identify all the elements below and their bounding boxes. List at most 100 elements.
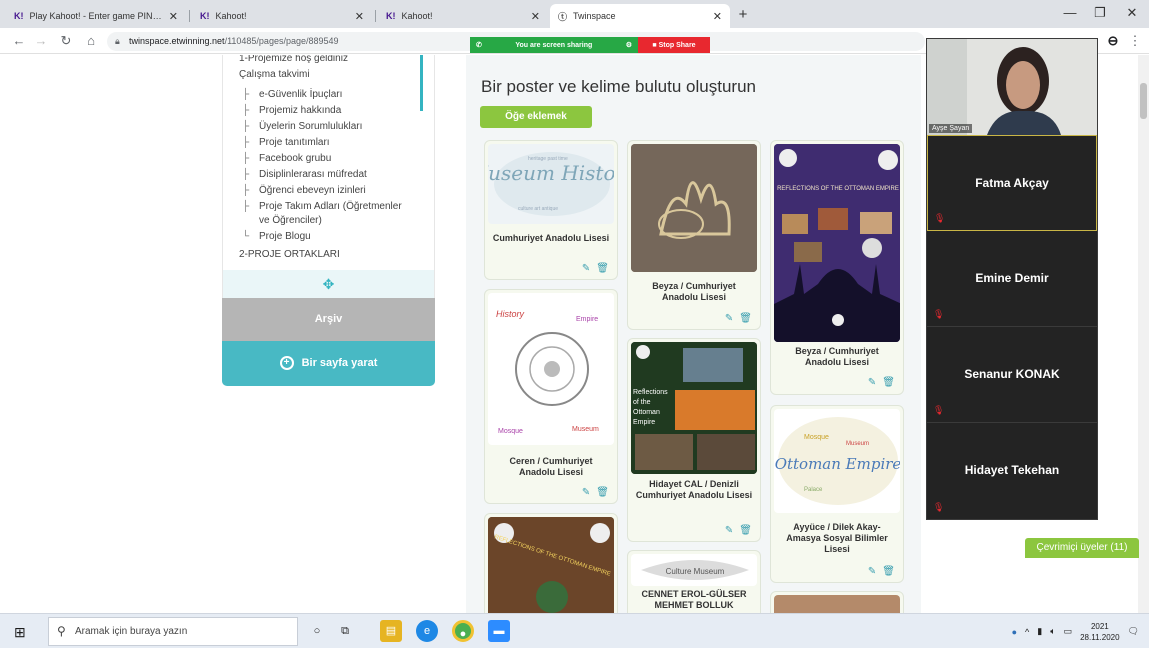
page-scrollbar[interactable] [1138,55,1149,613]
create-page-label: Bir sayfa yarat [301,357,378,369]
edit-pencil-icon[interactable]: ✎ [868,377,876,388]
move-handle-icon[interactable]: ✥ [222,270,435,298]
network-icon[interactable]: ▮ [1037,626,1042,637]
participant-tile[interactable]: Hidayet Tekehan 🎙︎ [927,423,1097,519]
trash-icon[interactable]: 🗑︎ [596,263,609,274]
screen-share-status[interactable]: ✆ You are screen sharing ⚙ [470,37,638,53]
close-tab-icon[interactable]: ✕ [713,10,722,23]
forward-arrow-icon[interactable]: → [32,33,50,48]
close-window-icon[interactable]: ✕ [1117,5,1147,21]
content-card[interactable]: Culture Museum CENNET EROL-GÜLSER MEHMET… [627,550,761,613]
reload-icon[interactable]: ↻ [57,33,75,49]
phone-icon: ✆ [476,42,482,49]
close-tab-icon[interactable]: ✕ [531,10,540,23]
participant-tile[interactable]: Senanur KONAK 🎙︎ [927,327,1097,423]
cortana-icon[interactable]: ○ [306,620,328,642]
card-thumbnail[interactable]: Culture Museum [631,554,757,586]
page-scrollbar-thumb[interactable] [1140,83,1147,119]
volume-icon[interactable]: 🔈︎ [1050,626,1055,637]
browser-tab[interactable]: K! Kahoot! ✕ [192,4,372,28]
chevron-up-icon[interactable]: ^ [1025,627,1029,637]
tree-item[interactable]: ├ Disiplinlerarası müfredat [242,169,367,180]
participant-tile[interactable]: Emine Demir 🎙︎ [927,231,1097,327]
card-thumbnail[interactable]: REFLECTIONS OF THE OTTOMAN EMPIRE [774,144,900,342]
edge-browser-icon[interactable]: e [416,620,438,642]
card-thumbnail[interactable]: REFLECTIONS OF THE OTTOMAN EMPIRE [488,517,614,613]
content-card[interactable] [770,591,904,613]
participant-tile[interactable]: Fatma Akçay 🎙︎ [927,135,1097,231]
battery-icon[interactable]: ▭ [1064,626,1073,637]
card-thumbnail[interactable]: Museum History heritage past time cultur… [488,144,614,224]
clock[interactable]: 2021 28.11.2020 [1080,621,1119,643]
content-card[interactable]: REFLECTIONS OF THE OTTOMAN EMPIRE Beyza … [770,140,904,395]
browser-tab[interactable]: K! Kahoot! ✕ [378,4,548,28]
trash-icon[interactable]: 🗑︎ [739,525,752,536]
trash-icon[interactable]: 🗑︎ [882,377,895,388]
tree-item[interactable]: 2-PROJE ORTAKLARI [239,249,340,260]
tughra-image [631,144,757,272]
tab-separator [375,10,376,22]
card-thumbnail[interactable]: History Empire Mosque Museum [488,293,614,445]
new-tab-button[interactable]: + [733,5,753,25]
trash-icon[interactable]: 🗑︎ [596,487,609,498]
online-members-button[interactable]: Çevrimiçi üyeler (11) [1025,538,1139,558]
edit-pencil-icon[interactable]: ✎ [725,313,733,324]
browser-tab-active[interactable]: ⓣ Twinspace ✕ [550,4,730,28]
tree-item[interactable]: ├ Öğrenci ebeveyn izinleri [242,185,366,196]
content-card[interactable]: Beyza / Cumhuriyet Anadolu Lisesi ✎ 🗑︎ [627,140,761,330]
close-tab-icon[interactable]: ✕ [169,10,178,23]
create-page-button[interactable]: + Bir sayfa yarat [222,341,435,386]
tree-item[interactable]: ├ e-Güvenlik İpuçları [242,89,342,100]
task-view-icon[interactable]: ⧉ [334,620,356,642]
browser-menu-icon[interactable]: ⋮ [1126,33,1144,49]
profile-icon[interactable]: ⊖ [1104,33,1122,49]
close-tab-icon[interactable]: ✕ [355,10,364,23]
tree-item[interactable]: ├ Proje tanıtımları [242,137,330,148]
edit-pencil-icon[interactable]: ✎ [725,525,733,536]
trash-icon[interactable]: 🗑︎ [739,313,752,324]
notifications-icon[interactable]: 🗨︎ [1128,626,1139,637]
maximize-icon[interactable]: ❐ [1085,5,1115,21]
windows-start-icon[interactable]: ⊞ [14,624,26,641]
edit-pencil-icon[interactable]: ✎ [582,487,590,498]
card-thumbnail[interactable] [631,144,757,272]
self-video-tile[interactable]: Ayşe Şayan [927,39,1097,135]
webcam-person-image [927,39,1097,135]
tree-item[interactable]: ├ Projemiz hakkında [242,105,341,116]
settings-gear-icon[interactable]: ⚙ [626,41,632,49]
back-arrow-icon[interactable]: ← [10,33,28,48]
stop-share-button[interactable]: ■ Stop Share [638,37,710,53]
content-card[interactable]: REFLECTIONS OF THE OTTOMAN EMPIRE [484,513,618,613]
tree-item-continued[interactable]: ve Öğrenciler) [259,215,322,226]
taskbar-search-placeholder: Aramak için buraya yazın [75,626,188,637]
tree-scrollbar[interactable] [420,55,423,111]
content-card[interactable]: History Empire Mosque Museum Ceren / Cum… [484,289,618,504]
tree-item[interactable]: 1-Projemize hoş geldiniz [239,55,348,64]
content-card[interactable]: Reflections of the Ottoman Empire Hidaye… [627,338,761,542]
edit-pencil-icon[interactable]: ✎ [868,566,876,577]
content-card[interactable]: Museum History heritage past time cultur… [484,140,618,280]
archive-button[interactable]: Arşiv [222,298,435,341]
browser-tab[interactable]: K! Play Kahoot! - Enter game PIN h... ✕ [6,4,186,28]
tree-item[interactable]: ├ Üyelerin Sorumlulukları [242,121,362,132]
taskbar-search-input[interactable]: ⚲ Aramak için buraya yazın [48,617,298,646]
edit-pencil-icon[interactable]: ✎ [582,263,590,274]
chrome-browser-icon[interactable]: ● [452,620,474,642]
zoom-app-icon[interactable]: ▬ [488,620,510,642]
svg-text:REFLECTIONS OF THE OTTOMAN EMP: REFLECTIONS OF THE OTTOMAN EMPIRE [777,186,899,192]
tree-item[interactable]: ├ Proje Takım Adları (Öğretmenler [242,201,402,212]
card-thumbnail[interactable]: Ottoman Empire Mosque Museum Palace [774,409,900,513]
card-thumbnail[interactable] [774,595,900,613]
tree-item[interactable]: ├ Facebook grubu [242,153,331,164]
card-thumbnail[interactable]: Reflections of the Ottoman Empire [631,342,757,474]
add-item-button[interactable]: Öğe eklemek [480,106,592,128]
tree-item[interactable]: └ Proje Blogu [242,231,311,242]
user-tray-icon[interactable]: ● [1012,627,1017,637]
tree-item[interactable]: Çalışma takvimi [239,69,310,80]
minimize-icon[interactable]: — [1055,5,1085,20]
trash-icon[interactable]: 🗑︎ [882,566,895,577]
content-card[interactable]: Ottoman Empire Mosque Museum Palace Ayyü… [770,405,904,583]
file-explorer-icon[interactable]: ▤ [380,620,402,642]
tree-item-label: Disiplinlerarası müfredat [259,169,367,180]
home-icon[interactable]: ⌂ [82,33,100,48]
